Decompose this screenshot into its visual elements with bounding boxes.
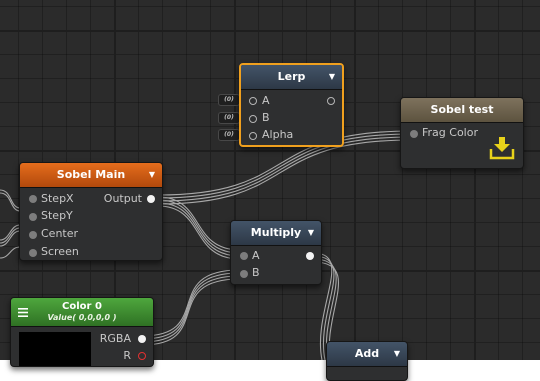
- wire-offscreen-left-3: [0, 246, 21, 259]
- color0-title: Color 0: [62, 301, 102, 312]
- color0-node[interactable]: Color 0 Value( 0,0,0,0 ) RGBA R: [10, 297, 154, 367]
- node-graph-canvas[interactable]: (0) (0) (0) Lerp ▼ A B Alpha Sobel test …: [0, 0, 540, 381]
- lerp-header[interactable]: Lerp ▼: [241, 65, 342, 90]
- multiply-header[interactable]: Multiply ▼: [231, 221, 321, 246]
- lerp-a-inline-value[interactable]: (0): [218, 94, 240, 106]
- color-swatch[interactable]: [19, 332, 91, 366]
- wire-offscreen-left: [0, 189, 21, 209]
- lerp-node[interactable]: Lerp ▼ A B Alpha: [239, 63, 344, 147]
- multiply-title: Multiply: [250, 226, 302, 239]
- multiply-input-a-port[interactable]: [240, 252, 248, 260]
- center-input-port[interactable]: [29, 231, 37, 239]
- r-output-label: R: [123, 349, 131, 362]
- rgba-output-port[interactable]: [138, 335, 146, 343]
- sobel-test-title: Sobel test: [430, 103, 494, 116]
- frag-color-input-port[interactable]: [410, 130, 418, 138]
- sobel-test-header[interactable]: Sobel test: [401, 98, 523, 123]
- screen-input-port[interactable]: [29, 249, 37, 257]
- lerp-b-inline-value[interactable]: (0): [218, 112, 240, 124]
- lerp-input-b-label: B: [262, 111, 270, 124]
- sobel-main-node[interactable]: Sobel Main ▼ StepX Output StepY Center S…: [19, 162, 163, 261]
- frag-color-label: Frag Color: [422, 126, 478, 139]
- add-header[interactable]: Add ▼: [327, 342, 407, 367]
- sobel-main-title: Sobel Main: [56, 168, 126, 181]
- color0-subtitle: Value( 0,0,0,0 ): [47, 313, 117, 322]
- lerp-input-alpha-port[interactable]: [249, 132, 257, 140]
- stepy-input-port[interactable]: [29, 213, 37, 221]
- stepx-label: StepX: [41, 192, 74, 205]
- hamburger-menu-icon[interactable]: [18, 308, 28, 317]
- rgba-output-label: RGBA: [99, 332, 131, 345]
- lerp-input-alpha-label: Alpha: [262, 128, 294, 141]
- lerp-output-port[interactable]: [327, 97, 335, 105]
- lerp-title: Lerp: [277, 70, 306, 83]
- lerp-input-a-port[interactable]: [249, 97, 257, 105]
- multiply-input-a-label: A: [252, 249, 260, 262]
- screen-label: Screen: [41, 245, 79, 258]
- add-node[interactable]: Add ▼: [326, 341, 408, 381]
- sobel-test-node[interactable]: Sobel test Frag Color: [400, 97, 524, 169]
- sobel-main-output-label: Output: [103, 192, 142, 205]
- sobel-main-header[interactable]: Sobel Main ▼: [20, 163, 162, 188]
- lerp-input-a-label: A: [262, 94, 270, 107]
- multiply-input-b-port[interactable]: [240, 270, 248, 278]
- add-title: Add: [354, 347, 380, 360]
- color0-header[interactable]: Color 0 Value( 0,0,0,0 ): [11, 298, 153, 327]
- stepx-input-port[interactable]: [29, 195, 37, 203]
- sobel-main-dropdown-arrow[interactable]: ▼: [149, 163, 155, 187]
- multiply-node[interactable]: Multiply ▼ A B: [230, 220, 322, 285]
- r-output-port[interactable]: [138, 352, 146, 360]
- sobel-main-output-port[interactable]: [147, 195, 155, 203]
- stepy-label: StepY: [41, 209, 73, 222]
- multiply-dropdown-arrow[interactable]: ▼: [308, 221, 314, 245]
- lerp-dropdown-arrow[interactable]: ▼: [329, 65, 335, 89]
- lerp-alpha-inline-value[interactable]: (0): [218, 129, 240, 141]
- add-dropdown-arrow[interactable]: ▼: [394, 342, 400, 366]
- center-label: Center: [41, 227, 79, 240]
- multiply-output-port[interactable]: [306, 252, 314, 260]
- lerp-input-b-port[interactable]: [249, 115, 257, 123]
- multiply-input-b-label: B: [252, 266, 260, 279]
- output-download-icon: [489, 137, 515, 160]
